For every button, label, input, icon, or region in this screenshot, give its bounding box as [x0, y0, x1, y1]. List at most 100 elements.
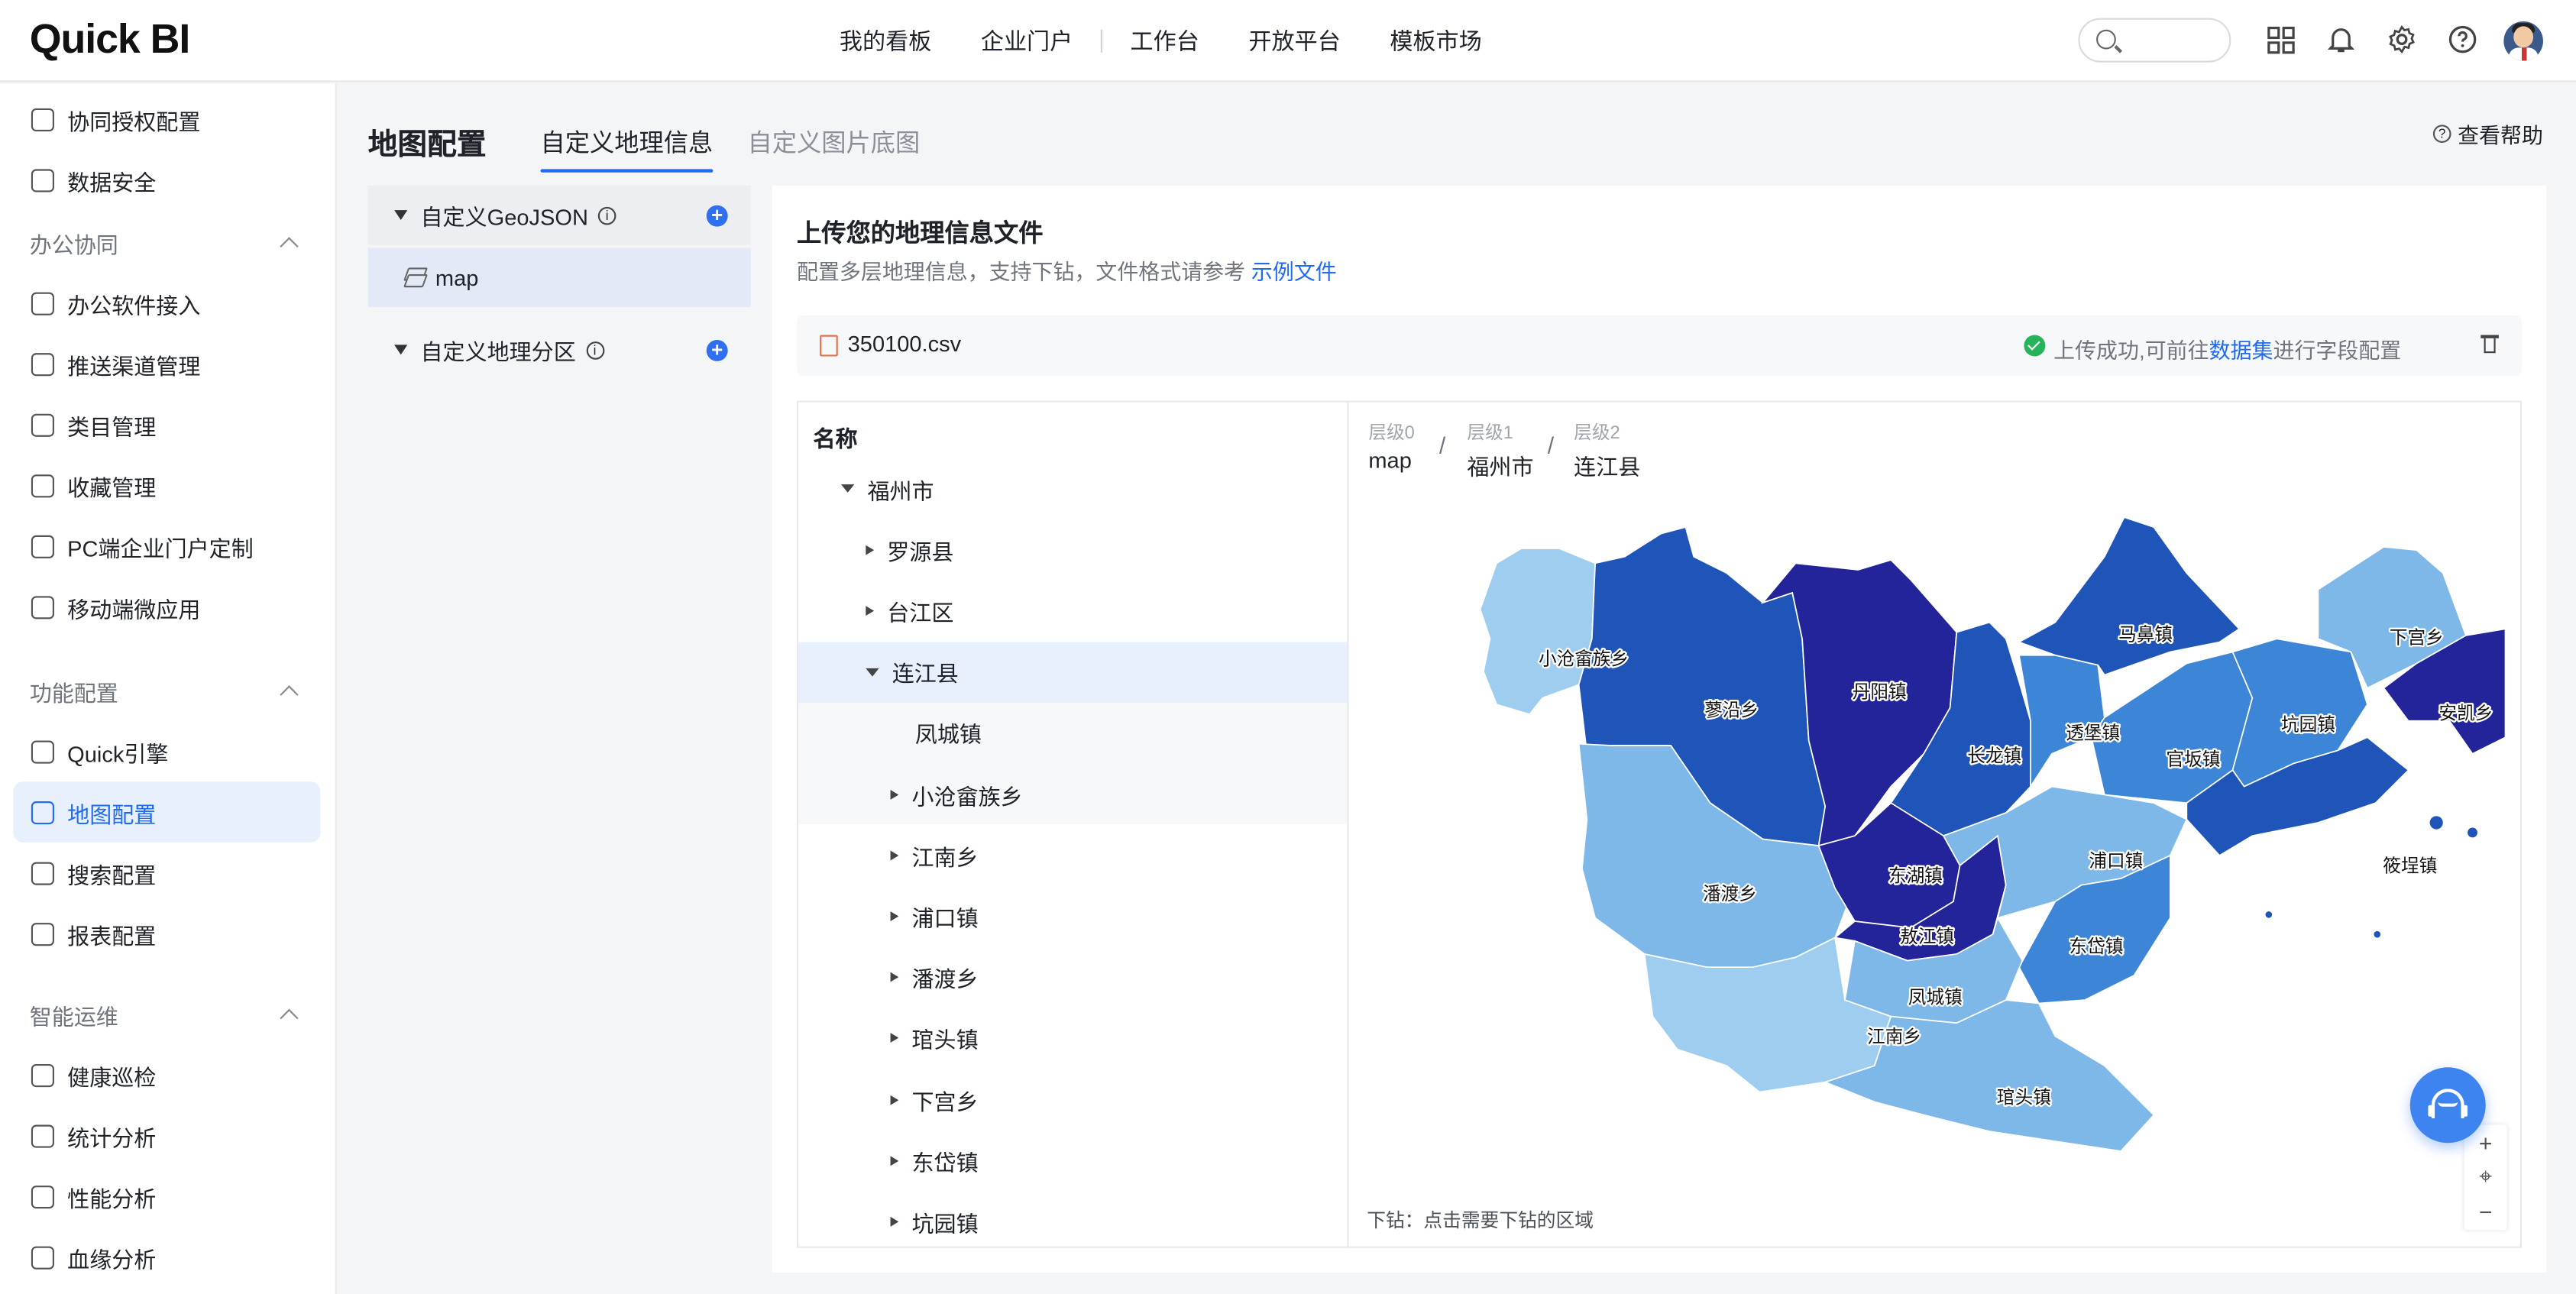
- tree-row[interactable]: 福州市: [798, 458, 1347, 519]
- tree-row-label: 小沧畲族乡: [911, 784, 1023, 809]
- map-region-label: 江南乡: [1867, 1027, 1921, 1047]
- nav-enterprise-portal[interactable]: 企业门户: [956, 24, 1098, 57]
- tree-row[interactable]: 小沧畲族乡: [798, 763, 1348, 825]
- tree-row[interactable]: 下宫乡: [798, 1069, 1347, 1130]
- sidebar-group-header[interactable]: 办公协同: [30, 227, 309, 260]
- bell-icon[interactable]: [2325, 23, 2358, 56]
- success-check-icon: [2024, 335, 2046, 357]
- map-region-label: 凤城镇: [1908, 987, 1963, 1008]
- sidebar-item-label: PC端企业门户定制: [67, 535, 254, 561]
- customer-service-button[interactable]: [2409, 1067, 2486, 1144]
- lineage-icon: [31, 1245, 54, 1269]
- tree-row[interactable]: 凤城镇: [798, 702, 1348, 764]
- caret-right-icon[interactable]: [890, 1216, 899, 1227]
- search-icon: [2096, 29, 2116, 50]
- tree-row[interactable]: 东岱镇: [798, 1130, 1347, 1191]
- sidebar-group-label: 智能运维: [29, 1004, 118, 1030]
- help-icon[interactable]: [2446, 23, 2479, 56]
- sidebar-item[interactable]: Quick引擎: [13, 721, 320, 782]
- sidebar-item[interactable]: 办公软件接入: [13, 273, 320, 334]
- quick-bi-logo[interactable]: Quick BI: [30, 16, 191, 63]
- add-region-button[interactable]: +: [706, 338, 728, 361]
- sidebar-item[interactable]: 血缘分析: [13, 1227, 320, 1288]
- tree-row-label: 凤城镇: [914, 723, 982, 748]
- region-group[interactable]: 自定义地理分区 i +: [368, 320, 751, 379]
- tree-row[interactable]: 潘渡乡: [798, 947, 1347, 1008]
- gear-icon[interactable]: [2386, 23, 2419, 56]
- tree-header: 名称: [813, 426, 858, 452]
- tree-row[interactable]: 江南乡: [798, 825, 1347, 886]
- category-icon: [31, 412, 54, 436]
- tree-row[interactable]: 台江区: [798, 581, 1347, 642]
- nav-workbench[interactable]: 工作台: [1105, 24, 1224, 57]
- sidebar-item[interactable]: 移动端微应用: [13, 577, 320, 638]
- sidebar-item[interactable]: 协同授权配置: [13, 89, 320, 150]
- sidebar-group-header[interactable]: 智能运维: [30, 998, 309, 1031]
- region-map[interactable]: 小沧畲族乡蓼沿乡 丹阳镇长龙镇 透堡镇 马鼻镇官坂镇 坑园镇 下宫乡安凯乡潘渡乡 东湖镇敖江…: [1349, 403, 2522, 1248]
- info-icon: i: [597, 205, 616, 225]
- caret-right-icon[interactable]: [866, 606, 875, 616]
- sidebar-item[interactable]: 搜索配置: [13, 843, 320, 904]
- tree-row[interactable]: 浦口镇: [798, 886, 1347, 947]
- caret-right-icon[interactable]: [890, 972, 899, 982]
- zoom-out-button[interactable]: −: [2464, 1194, 2507, 1228]
- map-region-label: 潘渡乡: [1703, 884, 1757, 904]
- caret-right-icon[interactable]: [890, 788, 899, 799]
- tree-row[interactable]: 琯头镇: [798, 1008, 1347, 1069]
- zoom-reset-button[interactable]: ⌖: [2464, 1160, 2507, 1194]
- sidebar-item[interactable]: 推送渠道管理: [13, 333, 320, 394]
- delete-file-icon[interactable]: [2481, 333, 2499, 354]
- caret-down-icon[interactable]: [841, 484, 855, 493]
- nav-template-market[interactable]: 模板市场: [1365, 24, 1506, 57]
- sidebar-item-label: Quick引擎: [67, 741, 169, 766]
- sidebar-item-label: 办公软件接入: [67, 293, 201, 318]
- tree-row[interactable]: 连江县: [798, 641, 1348, 703]
- geojson-item-map[interactable]: map: [367, 247, 751, 307]
- map-region-label: 东湖镇: [1888, 865, 1943, 886]
- caret-right-icon[interactable]: [890, 1155, 899, 1166]
- caret-right-icon[interactable]: [866, 545, 875, 555]
- map-island: [2429, 816, 2443, 830]
- upload-status: 上传成功,可前往数据集进行字段配置: [2053, 333, 2401, 364]
- tree-row[interactable]: 罗源县: [798, 519, 1347, 581]
- nav-open-platform[interactable]: 开放平台: [1224, 24, 1365, 57]
- drill-tip: 下钻：点击需要下钻的区域: [1367, 1212, 1594, 1232]
- tree-row[interactable]: 坑园镇: [798, 1191, 1347, 1246]
- caret-down-icon[interactable]: [866, 668, 879, 676]
- sidebar-item[interactable]: 地图配置: [13, 781, 321, 843]
- monitor-icon: [31, 534, 54, 558]
- tab-custom-geo[interactable]: 自定义地理信息: [540, 125, 714, 173]
- geojson-group[interactable]: 自定义GeoJSON i +: [367, 185, 751, 245]
- sidebar-item[interactable]: PC端企业门户定制: [13, 516, 320, 577]
- sidebar-item[interactable]: 数据安全: [13, 150, 320, 211]
- tab-custom-image-base[interactable]: 自定义图片底图: [747, 125, 920, 170]
- sidebar-item[interactable]: 报表配置: [13, 903, 320, 964]
- sidebar-item-label: 数据安全: [67, 170, 157, 195]
- caret-right-icon[interactable]: [890, 849, 899, 860]
- add-geojson-button[interactable]: +: [706, 204, 728, 226]
- report-icon: [31, 922, 54, 946]
- caret-right-icon[interactable]: [890, 1033, 899, 1043]
- caret-right-icon[interactable]: [890, 911, 899, 921]
- sample-file-link[interactable]: 示例文件: [1251, 260, 1337, 284]
- avatar[interactable]: [2503, 21, 2543, 61]
- apps-grid-icon[interactable]: [2264, 23, 2296, 56]
- help-link[interactable]: ? 查看帮助: [2432, 118, 2543, 150]
- map-region[interactable]: [2017, 516, 2241, 676]
- sidebar-item[interactable]: 健康巡检: [13, 1044, 320, 1105]
- search-input[interactable]: [2078, 18, 2231, 63]
- map-region[interactable]: [1479, 548, 1597, 716]
- sidebar-item[interactable]: 性能分析: [13, 1166, 320, 1227]
- sidebar-item[interactable]: 收藏管理: [13, 455, 320, 516]
- shield-key-icon: [31, 107, 54, 131]
- sidebar-item[interactable]: 类目管理: [13, 394, 320, 455]
- sidebar-item[interactable]: 统计分析: [13, 1105, 320, 1166]
- upload-status-text: 上传成功,可前往: [2053, 338, 2209, 364]
- map-region-label: 马鼻镇: [2118, 624, 2173, 645]
- dataset-link[interactable]: 数据集: [2209, 338, 2273, 363]
- caret-right-icon[interactable]: [890, 1094, 899, 1105]
- tree-row-label: 琯头镇: [911, 1028, 979, 1053]
- map-region[interactable]: [2018, 654, 2105, 789]
- nav-my-dashboard[interactable]: 我的看板: [815, 24, 956, 57]
- sidebar-group-header[interactable]: 功能配置: [30, 675, 309, 708]
